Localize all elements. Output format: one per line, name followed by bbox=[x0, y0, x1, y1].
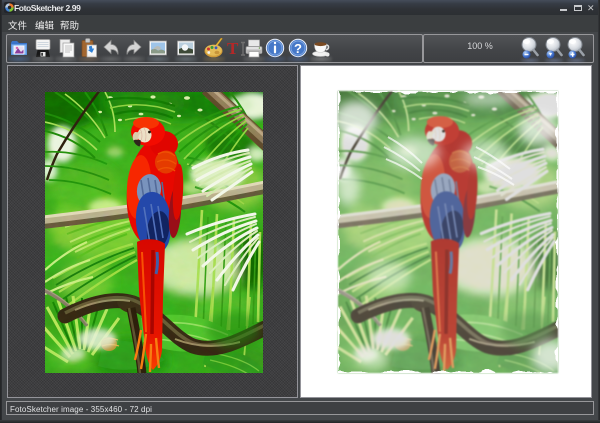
svg-text:?: ? bbox=[294, 41, 302, 56]
svg-text:T: T bbox=[227, 39, 239, 58]
